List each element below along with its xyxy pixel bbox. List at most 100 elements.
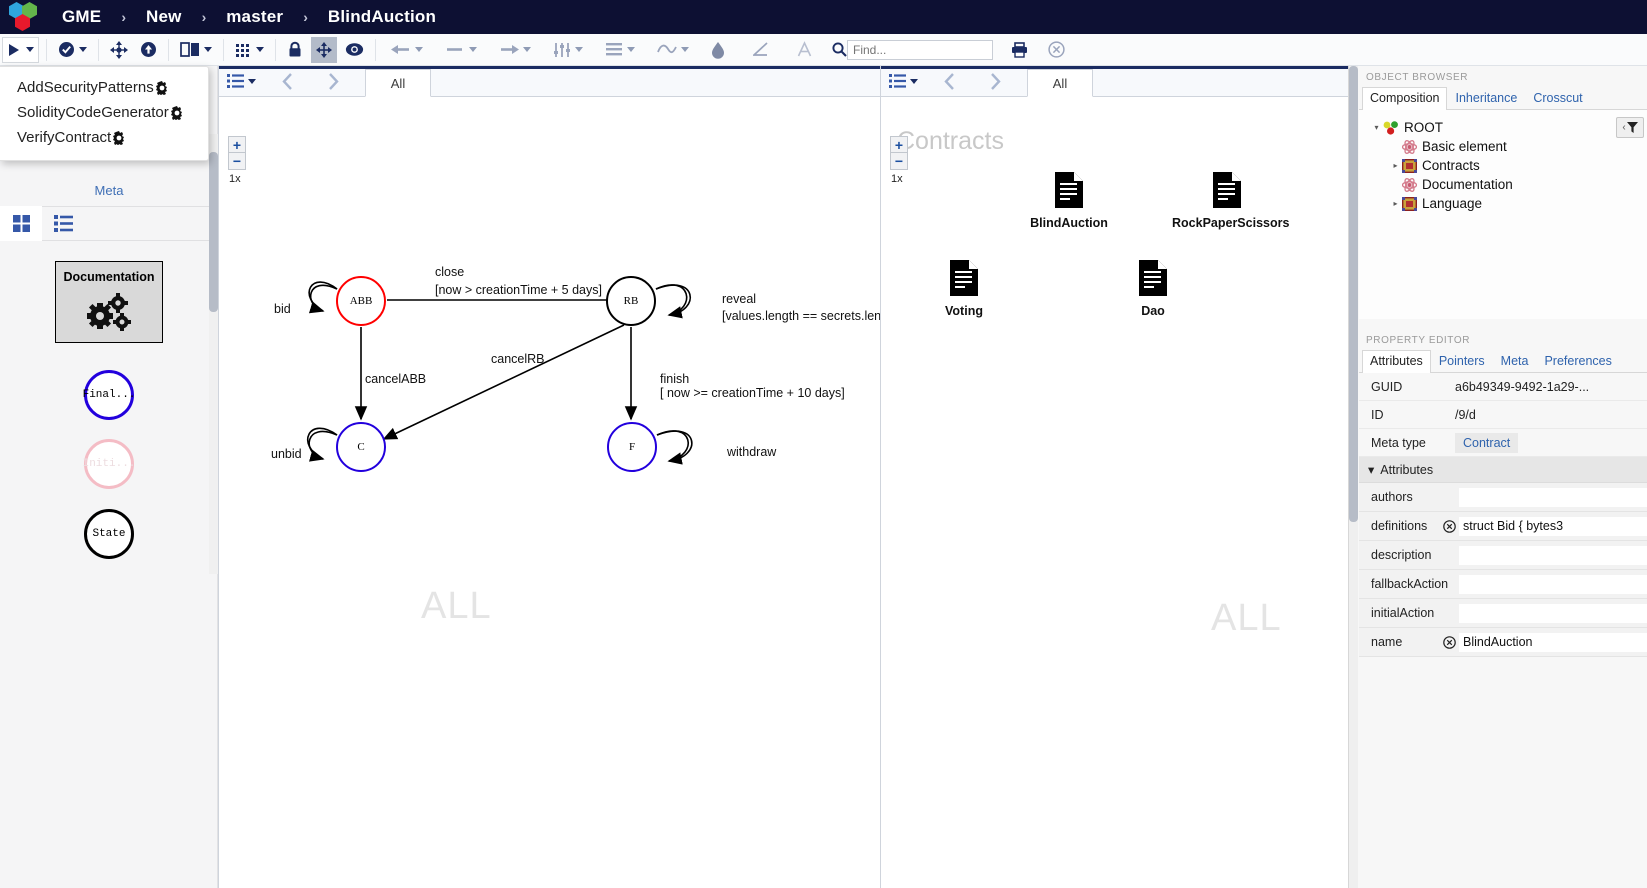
back-button[interactable] (933, 68, 965, 94)
export-button[interactable] (136, 37, 161, 63)
zoom-out-button[interactable]: − (890, 153, 908, 170)
menu-item-solidity-code-generator[interactable]: SolidityCodeGenerator (0, 100, 208, 125)
editor-canvas-left[interactable]: + − 1x ALL ABB RB C F bid close [now > c… (219, 97, 880, 888)
tab-preferences[interactable]: Preferences (1536, 350, 1619, 372)
transition-label-cancelabb[interactable]: cancelABB (365, 372, 426, 386)
property-row-meta-type: Meta type Contract (1359, 429, 1647, 457)
attribute-reset-icon[interactable] (1439, 635, 1459, 649)
property-value-link[interactable]: Contract (1455, 432, 1519, 453)
tree-node-documentation[interactable]: Documentation (1367, 175, 1647, 194)
state-node-f[interactable]: F (607, 422, 657, 472)
state-node-abb[interactable]: ABB (336, 276, 386, 326)
breadcrumb-project[interactable]: New (140, 7, 188, 27)
tree-node-contracts[interactable]: ▸ Contracts (1367, 156, 1647, 175)
chevron-right-icon[interactable]: ▸ (1389, 199, 1402, 208)
parts-scrollbar[interactable] (209, 134, 218, 574)
attributes-section-header[interactable]: ▾ Attributes (1359, 457, 1647, 483)
pan-mode-button[interactable] (311, 36, 337, 63)
attribute-name: fallbackAction (1371, 577, 1449, 591)
text-color-button[interactable] (793, 37, 816, 63)
attributes-section-label: Attributes (1380, 462, 1434, 477)
grid-button[interactable] (231, 37, 268, 63)
line-pattern-button[interactable] (601, 37, 639, 63)
chevron-down-icon[interactable]: ▾ (1370, 123, 1383, 132)
transition-label-finish[interactable]: finish (660, 372, 689, 386)
property-editor-tabs: Attributes Pointers Meta Preferences (1359, 350, 1647, 373)
menu-item-verify-contract[interactable]: VerifyContract (0, 125, 208, 150)
state-node-c[interactable]: C (336, 422, 386, 472)
tab-inheritance[interactable]: Inheritance (1447, 87, 1525, 109)
transition-label-bid[interactable]: bid (274, 302, 291, 316)
split-panel-icon (180, 42, 199, 57)
state-node-rb[interactable]: RB (606, 276, 656, 326)
transition-label-cancelrb[interactable]: cancelRB (491, 352, 545, 366)
transition-label-reveal[interactable]: reveal (722, 292, 756, 306)
editor-canvas-right[interactable]: Contracts + − 1x ALL BlindAuction RockPa… (881, 97, 1348, 888)
tree-filter-button[interactable]: ‹ (1616, 117, 1644, 138)
tab-pointers[interactable]: Pointers (1431, 350, 1493, 372)
dock-scrollbar[interactable] (1349, 66, 1358, 888)
part-initial-state[interactable]: Initi... (83, 439, 135, 489)
menu-item-label: SolidityCodeGenerator (17, 104, 169, 121)
tab-meta[interactable]: Meta (1493, 350, 1537, 372)
lock-button[interactable] (283, 37, 307, 63)
forward-button[interactable] (979, 68, 1011, 94)
part-final-state[interactable]: Final... (83, 370, 135, 420)
layout-menu-button[interactable] (225, 68, 257, 94)
attribute-value-name[interactable]: BlindAuction (1459, 632, 1647, 652)
visibility-button[interactable] (341, 37, 368, 63)
list-view-tab[interactable] (42, 206, 84, 241)
back-button[interactable] (271, 68, 303, 94)
print-button[interactable] (1007, 37, 1032, 63)
editor-tab-all[interactable]: All (365, 69, 431, 97)
line-end-style-button[interactable] (495, 37, 535, 63)
line-color-button[interactable] (749, 37, 773, 63)
transition-label-withdraw[interactable]: withdraw (727, 445, 776, 459)
part-documentation[interactable]: Documentation (55, 261, 163, 343)
transition-label-close[interactable]: close (435, 265, 464, 279)
layout-menu-button[interactable] (887, 68, 919, 94)
forward-button[interactable] (317, 68, 349, 94)
tab-composition[interactable]: Composition (1362, 87, 1448, 110)
clear-button[interactable] (1044, 37, 1069, 63)
check-constraints-button[interactable] (54, 37, 91, 63)
breadcrumb-gme[interactable]: GME (56, 7, 107, 27)
search-input[interactable] (847, 39, 993, 60)
breadcrumb-branch[interactable]: master (220, 7, 289, 27)
transition-label-unbid[interactable]: unbid (271, 447, 302, 461)
menu-item-add-security-patterns[interactable]: AddSecurityPatterns (0, 75, 208, 100)
attribute-value-initialaction[interactable] (1459, 603, 1647, 623)
line-width-button[interactable] (549, 37, 587, 63)
breadcrumb-node[interactable]: BlindAuction (322, 7, 442, 27)
contract-item-blindauction[interactable]: BlindAuction (1014, 171, 1124, 230)
document-icon (1139, 260, 1167, 296)
fill-color-button[interactable] (707, 37, 729, 63)
attribute-value-description[interactable] (1459, 545, 1647, 565)
contract-item-rockpaperscissors[interactable]: RockPaperScissors (1172, 171, 1289, 230)
tree-node-basic-element[interactable]: Basic element (1367, 137, 1647, 156)
tab-crosscut[interactable]: Crosscut (1525, 87, 1590, 109)
transition-guard-reveal: [values.length == secrets.length] (722, 309, 880, 323)
contract-item-dao[interactable]: Dao (1098, 259, 1208, 318)
attribute-reset-icon[interactable] (1439, 519, 1459, 533)
gear-icon (170, 105, 182, 120)
line-start-style-button[interactable] (387, 37, 427, 63)
tab-attributes[interactable]: Attributes (1362, 350, 1431, 373)
attribute-value-definitions[interactable]: struct Bid { bytes3 (1459, 516, 1647, 536)
attribute-value-fallbackaction[interactable] (1459, 574, 1647, 594)
editor-tab-all[interactable]: All (1027, 69, 1093, 97)
chevron-right-icon[interactable]: ▸ (1389, 161, 1402, 170)
contract-item-voting[interactable]: Voting (909, 259, 1019, 318)
tree-node-language[interactable]: ▸ Language (1367, 194, 1647, 213)
line-type-button[interactable] (653, 37, 693, 63)
search-icon (832, 42, 847, 57)
grid-view-tab[interactable] (0, 206, 42, 241)
zoom-in-button[interactable]: + (890, 136, 908, 153)
attribute-value-authors[interactable] (1459, 487, 1647, 507)
split-panel-button[interactable] (176, 37, 216, 63)
autolayout-button[interactable] (106, 37, 132, 63)
tree-node-root[interactable]: ▾ ROOT (1367, 118, 1647, 137)
run-plugin-button[interactable] (2, 36, 39, 63)
part-state[interactable]: State (84, 509, 134, 559)
line-style-button[interactable] (441, 37, 481, 63)
